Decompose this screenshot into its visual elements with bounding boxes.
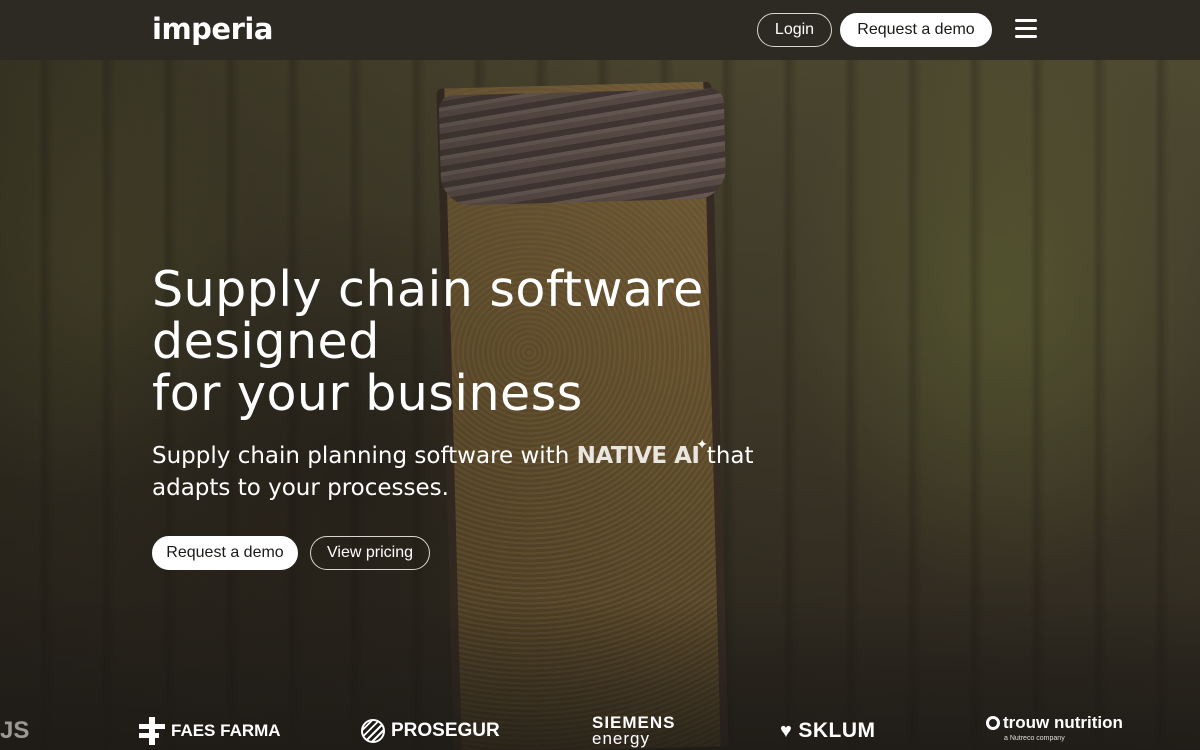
- prosegur-text: PROSEGUR: [391, 720, 500, 741]
- client-logos-strip: JS FAES FARMA PROSEGUR SIEMENS energy ♥ …: [0, 712, 1200, 750]
- siemens-energy-text: energy: [592, 729, 650, 748]
- native-ai-highlight: NATIVE AI ✦: [576, 437, 708, 469]
- login-button[interactable]: Login: [757, 13, 832, 47]
- client-logo-prosegur: PROSEGUR: [361, 712, 500, 750]
- hamburger-menu-icon[interactable]: [1014, 19, 1038, 41]
- hero-subtitle-before: Supply chain planning software with: [152, 443, 577, 469]
- faes-cross-icon: [139, 717, 165, 745]
- trouw-nutrition-text: trouw nutrition: [1003, 713, 1123, 732]
- client-logo-partial-text: JS: [0, 717, 30, 744]
- hero-title-line1: Supply chain software designed: [152, 261, 704, 370]
- nutreco-company-text: a Nutreco company: [1004, 735, 1065, 742]
- view-pricing-button[interactable]: View pricing: [310, 536, 430, 570]
- client-logo-partial: JS: [0, 712, 29, 750]
- native-ai-text: NATIVE AI: [576, 443, 700, 469]
- nav-request-demo-button[interactable]: Request a demo: [840, 13, 992, 47]
- hero-title-line2: for your business: [152, 365, 583, 422]
- trouw-line: trouw nutrition: [986, 713, 1123, 732]
- client-logo-siemens-energy: SIEMENS energy: [592, 712, 676, 750]
- hero-title: Supply chain software designed for your …: [152, 264, 792, 420]
- client-logo-trouw-nutrition: trouw nutrition a Nutreco company: [986, 712, 1123, 750]
- client-logo-sklum: ♥ SKLUM: [780, 712, 876, 750]
- sparkle-icon: ✦: [696, 437, 708, 453]
- client-logo-faes-farma: FAES FARMA: [139, 712, 281, 750]
- prosegur-globe-icon: [361, 719, 385, 743]
- sklum-text: SKLUM: [798, 719, 876, 742]
- hero-subtitle: Supply chain planning software with NATI…: [152, 437, 772, 504]
- trouw-ring-icon: [986, 716, 1000, 730]
- imperia-logo[interactable]: imperia: [152, 12, 273, 46]
- heart-icon: ♥: [780, 719, 793, 742]
- top-navbar: imperia Login Request a demo: [0, 0, 1200, 60]
- faes-farma-text: FAES FARMA: [171, 721, 281, 740]
- hero-request-demo-button[interactable]: Request a demo: [152, 536, 298, 570]
